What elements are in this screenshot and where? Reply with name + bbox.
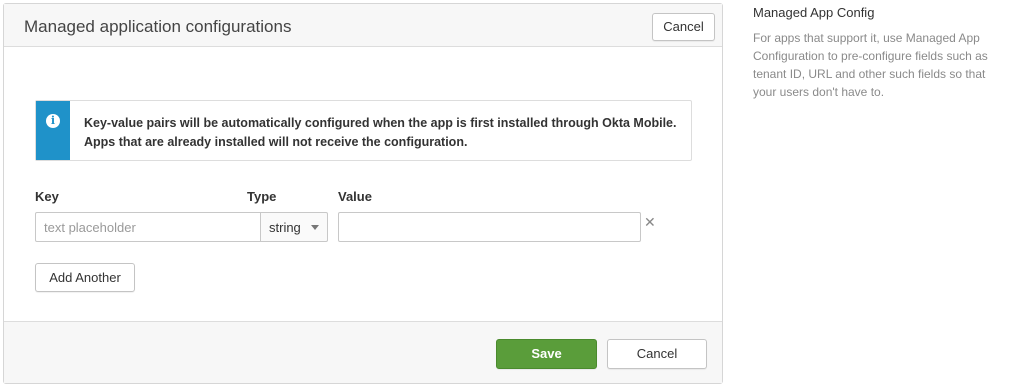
info-callout: i Key-value pairs will be automatically … <box>35 100 692 161</box>
sidebar-title: Managed App Config <box>753 5 875 20</box>
key-column-label: Key <box>35 189 59 204</box>
sidebar-description: For apps that support it, use Managed Ap… <box>753 31 988 99</box>
callout-line-1: Key-value pairs will be automatically co… <box>84 116 677 130</box>
value-column-label: Value <box>338 189 372 204</box>
panel-header: Managed application configurations Cance… <box>4 4 722 47</box>
value-input[interactable] <box>338 212 641 242</box>
key-input[interactable] <box>35 212 261 242</box>
add-another-button[interactable]: Add Another <box>35 263 135 292</box>
panel-title: Managed application configurations <box>24 17 292 36</box>
managed-config-panel: Managed application configurations Cance… <box>3 3 723 384</box>
callout-strip: i <box>36 101 70 160</box>
callout-line-2: Apps that are already installed will not… <box>84 135 468 149</box>
footer-cancel-button[interactable]: Cancel <box>607 339 707 369</box>
save-button[interactable]: Save <box>496 339 597 369</box>
type-select-value: string <box>269 220 301 235</box>
info-icon: i <box>46 114 60 128</box>
chevron-down-icon <box>311 225 319 230</box>
type-column-label: Type <box>247 189 277 204</box>
panel-footer: Save Cancel <box>4 321 722 383</box>
header-cancel-button[interactable]: Cancel <box>652 13 715 41</box>
callout-message: Key-value pairs will be automatically co… <box>84 114 679 152</box>
type-select[interactable]: string <box>260 212 328 242</box>
close-icon[interactable]: ✕ <box>644 214 656 231</box>
